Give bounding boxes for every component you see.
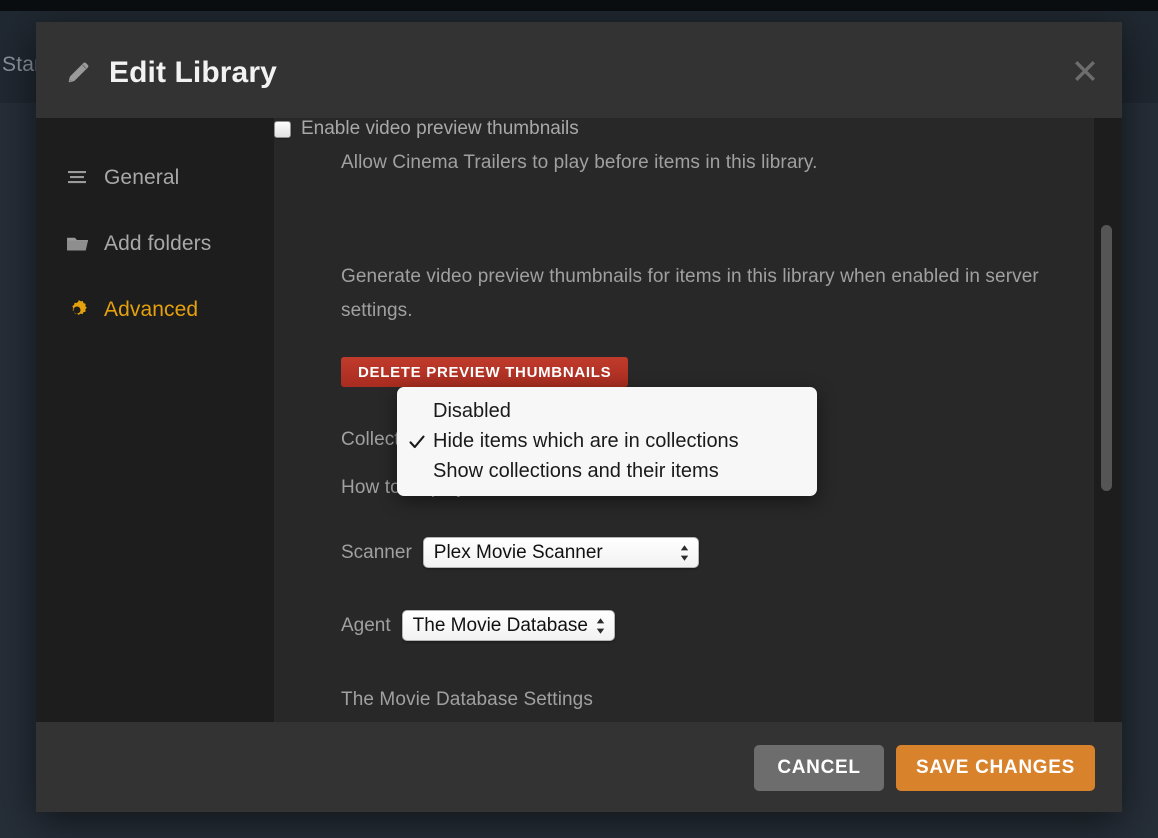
content-scrollbar-track[interactable] [1094,118,1122,722]
scanner-row: Scanner Plex Movie Scanner [341,537,699,568]
checkmark-icon [409,433,425,449]
dropdown-option-label: Show collections and their items [433,459,719,482]
modal-header: Edit Library [36,22,1122,118]
modal-sidebar: General Add folders Advanced [36,118,274,722]
close-icon[interactable] [1072,58,1098,84]
enable-preview-thumbnails-row[interactable]: Enable video preview thumbnails [274,118,1122,140]
agent-settings-heading: The Movie Database Settings [341,689,593,710]
sidebar-item-label: Add folders [104,232,212,255]
scanner-value: Plex Movie Scanner [433,541,603,563]
agent-row: Agent The Movie Database [341,610,615,641]
collections-dropdown-popup[interactable]: Disabled Hide items which are in collect… [397,387,817,496]
agent-label: Agent [341,614,391,636]
dropdown-option-label: Disabled [433,399,511,422]
page-title: Edit Library [109,56,277,89]
save-changes-button[interactable]: SAVE CHANGES [896,745,1095,791]
agent-select[interactable]: The Movie Database [401,610,615,641]
delete-preview-thumbnails-button[interactable]: DELETE PREVIEW THUMBNAILS [341,357,629,387]
agent-value: The Movie Database [412,614,588,636]
scanner-label: Scanner [341,541,412,563]
pencil-icon [66,60,92,86]
background-top-strip [0,0,1158,11]
dropdown-option-label: Hide items which are in collections [433,429,739,452]
cinema-trailers-description: Allow Cinema Trailers to play before ite… [341,152,818,173]
sidebar-item-general[interactable]: General [36,158,274,198]
content-scrollbar-thumb[interactable] [1101,225,1112,491]
dropdown-option-hide-items[interactable]: Hide items which are in collections [397,426,817,456]
list-lines-icon [64,165,90,191]
enable-preview-thumbnails-label: Enable video preview thumbnails [301,118,579,139]
dropdown-option-disabled[interactable]: Disabled [397,396,817,426]
sidebar-item-label: General [104,166,180,189]
stepper-arrows-icon [595,617,606,635]
scanner-select[interactable]: Plex Movie Scanner [422,537,699,568]
sidebar-item-add-folders[interactable]: Add folders [36,224,274,264]
enable-preview-thumbnails-checkbox[interactable] [274,120,291,138]
modal-footer: CANCEL SAVE CHANGES [36,722,1122,812]
stepper-arrows-icon [679,544,690,562]
preview-thumbnails-description: Generate video preview thumbnails for it… [341,266,1039,321]
sidebar-item-advanced[interactable]: Advanced [36,290,274,330]
gear-icon [64,297,90,323]
folder-icon [64,231,90,257]
cancel-button[interactable]: CANCEL [754,745,884,791]
sidebar-item-label: Advanced [104,298,199,321]
dropdown-option-show-collections[interactable]: Show collections and their items [397,456,817,486]
